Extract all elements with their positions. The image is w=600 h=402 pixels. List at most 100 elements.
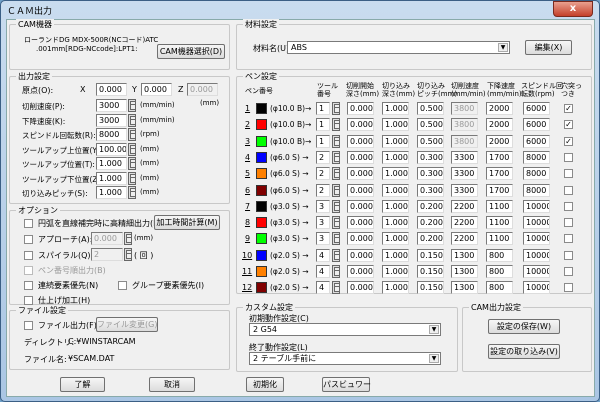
- tool-number-input[interactable]: 4: [316, 281, 330, 295]
- initialize-button[interactable]: 初期化: [246, 377, 284, 392]
- pen-start-input[interactable]: 0.000: [347, 102, 374, 115]
- tool-number-spinner[interactable]: [332, 265, 340, 278]
- pen-start-input[interactable]: 0.000: [347, 281, 374, 295]
- pen-start-input[interactable]: 0.000: [347, 265, 374, 278]
- hole-checkbox[interactable]: [564, 185, 573, 195]
- pen-spindle-input[interactable]: 8000: [523, 167, 550, 181]
- pen-speed-input[interactable]: 3800: [451, 118, 478, 132]
- pen-down-input[interactable]: 800: [486, 281, 513, 295]
- end-action-select[interactable]: 2 テーブル手前に ▼: [249, 352, 441, 365]
- pen-speed-input[interactable]: 1300: [451, 265, 478, 278]
- pen-spindle-input[interactable]: 10000: [523, 232, 550, 246]
- pen-down-input[interactable]: 1700: [486, 150, 513, 164]
- hole-checkbox[interactable]: ✓: [564, 120, 573, 130]
- material-select[interactable]: ABS ▼: [287, 41, 510, 54]
- save-settings-button[interactable]: 設定の保存(W): [488, 319, 560, 334]
- pen-pitch-input[interactable]: 0.200: [417, 216, 444, 230]
- pen-pitch-input[interactable]: 0.150: [417, 281, 444, 295]
- cancel-button[interactable]: 取消: [149, 377, 195, 392]
- pen-speed-input[interactable]: 2200: [451, 216, 478, 230]
- tool-number-spinner[interactable]: [332, 248, 340, 262]
- pen-depth-input[interactable]: 1.000: [382, 183, 409, 197]
- pen-spindle-input[interactable]: 10000: [523, 265, 550, 278]
- ok-button[interactable]: 了解: [60, 377, 105, 392]
- output-row-input[interactable]: 1.000: [96, 157, 127, 170]
- cam-device-select-button[interactable]: CAM機器選択(D): [157, 44, 225, 59]
- pen-spindle-input[interactable]: 6000: [523, 102, 550, 115]
- tool-number-spinner[interactable]: [332, 134, 340, 148]
- output-row-spinner[interactable]: [128, 157, 136, 170]
- hole-checkbox[interactable]: [564, 152, 573, 162]
- hole-checkbox[interactable]: [564, 234, 573, 244]
- pen-start-input[interactable]: 0.000: [347, 216, 374, 230]
- pen-pitch-input[interactable]: 0.200: [417, 199, 444, 213]
- pen-depth-input[interactable]: 1.000: [382, 150, 409, 164]
- pen-spindle-input[interactable]: 10000: [523, 216, 550, 230]
- hole-checkbox[interactable]: [564, 169, 573, 179]
- pen-speed-input[interactable]: 2200: [451, 199, 478, 213]
- tool-number-spinner[interactable]: [332, 281, 340, 295]
- close-button[interactable]: x: [553, 1, 593, 17]
- hole-checkbox[interactable]: ✓: [564, 104, 573, 113]
- pen-speed-input[interactable]: 3300: [451, 167, 478, 181]
- pen-down-input[interactable]: 1700: [486, 167, 513, 181]
- pen-spindle-input[interactable]: 10000: [523, 248, 550, 262]
- pen-start-input[interactable]: 0.000: [347, 232, 374, 246]
- pen-down-input[interactable]: 1700: [486, 183, 513, 197]
- output-row-spinner[interactable]: [128, 128, 136, 141]
- pen-spindle-input[interactable]: 10000: [523, 199, 550, 213]
- output-row-spinner[interactable]: [128, 186, 136, 199]
- output-row-input[interactable]: 3000: [96, 99, 127, 112]
- pen-pitch-input[interactable]: 0.300: [417, 150, 444, 164]
- tool-number-spinner[interactable]: [332, 167, 340, 181]
- pen-depth-input[interactable]: 1.000: [382, 281, 409, 295]
- pen-start-input[interactable]: 0.000: [347, 134, 374, 148]
- pen-down-input[interactable]: 2000: [486, 118, 513, 132]
- pen-down-input[interactable]: 2000: [486, 134, 513, 148]
- pen-speed-input[interactable]: 3300: [451, 150, 478, 164]
- approach-spinner[interactable]: [124, 232, 132, 245]
- group-priority-checkbox[interactable]: [118, 281, 127, 290]
- pen-down-input[interactable]: 1100: [486, 199, 513, 213]
- pen-depth-input[interactable]: 1.000: [382, 232, 409, 246]
- pen-start-input[interactable]: 0.000: [347, 248, 374, 262]
- pen-speed-input[interactable]: 3800: [451, 102, 478, 115]
- tool-number-input[interactable]: 1: [316, 118, 330, 132]
- hole-checkbox[interactable]: [564, 283, 573, 293]
- tool-number-spinner[interactable]: [332, 118, 340, 132]
- tool-number-spinner[interactable]: [332, 232, 340, 246]
- pen-down-input[interactable]: 2000: [486, 102, 513, 115]
- pen-speed-input[interactable]: 1300: [451, 281, 478, 295]
- tool-number-input[interactable]: 2: [316, 167, 330, 181]
- pen-pitch-input[interactable]: 0.500: [417, 102, 444, 115]
- file-output-checkbox[interactable]: [24, 321, 33, 330]
- pen-depth-input[interactable]: 1.000: [382, 248, 409, 262]
- pen-depth-input[interactable]: 1.000: [382, 118, 409, 132]
- tool-number-spinner[interactable]: [332, 199, 340, 213]
- pen-down-input[interactable]: 1100: [486, 216, 513, 230]
- output-row-input[interactable]: 100.000: [96, 142, 127, 156]
- pen-number-order-checkbox[interactable]: [24, 266, 33, 275]
- pen-depth-input[interactable]: 1.000: [382, 134, 409, 148]
- pen-down-input[interactable]: 800: [486, 265, 513, 278]
- output-row-input[interactable]: 3000: [96, 113, 127, 127]
- pen-down-input[interactable]: 800: [486, 248, 513, 262]
- output-row-spinner[interactable]: [128, 171, 136, 185]
- pen-start-input[interactable]: 0.000: [347, 150, 374, 164]
- pen-depth-input[interactable]: 1.000: [382, 265, 409, 278]
- spiral-spinner[interactable]: [124, 248, 132, 261]
- origin-z-input[interactable]: 0.000: [187, 83, 218, 96]
- origin-x-input[interactable]: 0.000: [96, 83, 127, 96]
- pen-spindle-input[interactable]: 8000: [523, 150, 550, 164]
- tool-number-input[interactable]: 4: [316, 265, 330, 278]
- spiral-input[interactable]: 2: [91, 248, 123, 261]
- pen-pitch-input[interactable]: 0.300: [417, 167, 444, 181]
- tool-number-spinner[interactable]: [332, 216, 340, 230]
- pen-pitch-input[interactable]: 0.500: [417, 118, 444, 132]
- output-row-input[interactable]: 1.000: [96, 186, 127, 199]
- pen-depth-input[interactable]: 1.000: [382, 167, 409, 181]
- continuous-priority-checkbox[interactable]: [24, 281, 33, 290]
- tool-number-input[interactable]: 2: [316, 183, 330, 197]
- pen-speed-input[interactable]: 3800: [451, 134, 478, 148]
- pen-depth-input[interactable]: 1.000: [382, 199, 409, 213]
